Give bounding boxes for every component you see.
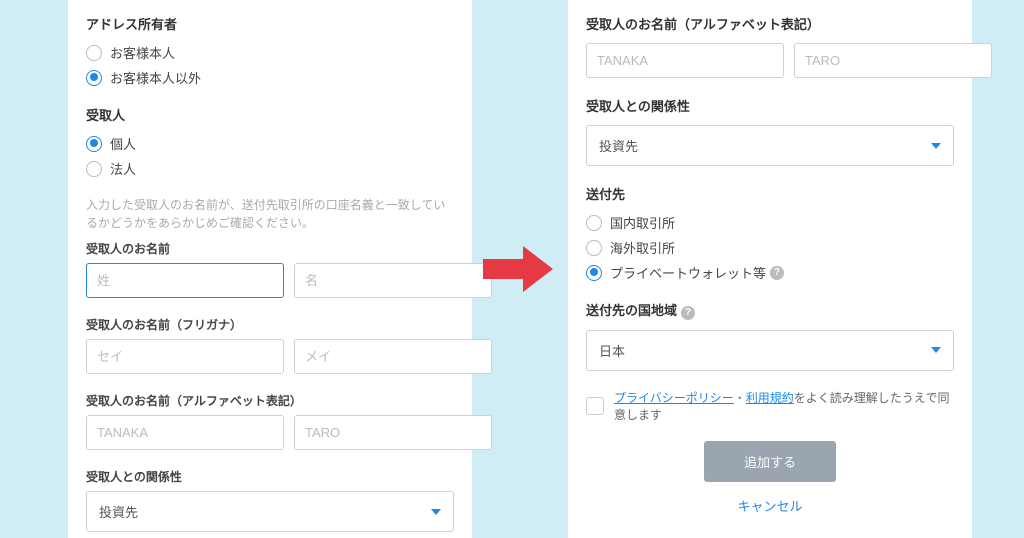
destination-title: 送付先 [586, 184, 954, 203]
recipient-name-row [86, 263, 454, 298]
relation-title-r: 受取人との関係性 [586, 96, 954, 115]
destination-domestic[interactable]: 国内取引所 [586, 213, 954, 232]
recipient-kana-row [86, 339, 454, 374]
terms-link[interactable]: 利用規約 [746, 391, 794, 405]
recipient-kana-firstname-input[interactable] [294, 339, 492, 374]
recipient-lastname-input[interactable] [86, 263, 284, 298]
recipient-alpha-lastname-input-r[interactable] [586, 43, 784, 78]
recipient-alpha-lastname-input[interactable] [86, 415, 284, 450]
privacy-policy-link[interactable]: プライバシーポリシー [614, 391, 734, 405]
radio-icon [86, 45, 102, 61]
address-owner-section: アドレス所有者 お客様本人 お客様本人以外 [86, 14, 454, 87]
address-owner-option-self[interactable]: お客様本人 [86, 43, 454, 62]
recipient-kana-lastname-input[interactable] [86, 339, 284, 374]
relation-select-r[interactable]: 投資先 [586, 125, 954, 166]
chevron-down-icon [931, 143, 941, 149]
radio-label: お客様本人以外 [110, 68, 201, 87]
right-panel: 受取人のお名前（アルファベット表記） 受取人との関係性 投資先 送付先 国内取引… [568, 0, 972, 538]
radio-label: 法人 [110, 159, 136, 178]
agree-checkbox[interactable] [586, 397, 604, 415]
region-select[interactable]: 日本 [586, 330, 954, 371]
radio-label: 国内取引所 [610, 213, 675, 232]
chevron-down-icon [931, 347, 941, 353]
agree-row[interactable]: プライバシーポリシー・利用規約をよく読み理解したうえで同意します [586, 389, 954, 423]
destination-section: 国内取引所 海外取引所 プライベートウォレット等 ? [586, 213, 954, 282]
destination-overseas[interactable]: 海外取引所 [586, 238, 954, 257]
relation-value-r: 投資先 [599, 136, 638, 155]
radio-icon [86, 70, 102, 86]
cancel-button[interactable]: キャンセル [586, 496, 954, 515]
recipient-type-section: 受取人 個人 法人 [86, 105, 454, 178]
radio-label: 海外取引所 [610, 238, 675, 257]
recipient-firstname-input[interactable] [294, 263, 492, 298]
radio-icon [86, 136, 102, 152]
radio-label: プライベートウォレット等 [610, 263, 766, 282]
info-icon[interactable]: ? [770, 266, 784, 280]
recipient-type-individual[interactable]: 個人 [86, 134, 454, 153]
relation-select[interactable]: 投資先 [86, 491, 454, 532]
address-owner-option-other[interactable]: お客様本人以外 [86, 68, 454, 87]
recipient-alpha-row [86, 415, 454, 450]
recipient-alpha-title-r: 受取人のお名前（アルファベット表記） [586, 14, 954, 33]
add-button[interactable]: 追加する [704, 441, 836, 482]
radio-label: 個人 [110, 134, 136, 153]
address-owner-title: アドレス所有者 [86, 14, 454, 33]
radio-icon [86, 161, 102, 177]
recipient-type-title: 受取人 [86, 105, 454, 124]
info-icon[interactable]: ? [681, 306, 695, 320]
left-panel: アドレス所有者 お客様本人 お客様本人以外 受取人 個人 法人 入力した受取人の… [68, 0, 472, 538]
chevron-down-icon [431, 509, 441, 515]
agree-text: プライバシーポリシー・利用規約をよく読み理解したうえで同意します [614, 389, 954, 423]
recipient-alpha-firstname-input-r[interactable] [794, 43, 992, 78]
recipient-alpha-firstname-input[interactable] [294, 415, 492, 450]
name-helper-text: 入力した受取人のお名前が、送付先取引所の口座名義と一致しているかどうかをあらかじ… [86, 196, 454, 232]
destination-private-wallet[interactable]: プライベートウォレット等 ? [586, 263, 954, 282]
relation-title: 受取人との関係性 [86, 468, 454, 485]
radio-label: お客様本人 [110, 43, 175, 62]
relation-value: 投資先 [99, 502, 138, 521]
radio-icon [586, 215, 602, 231]
arrow-icon [483, 244, 553, 294]
region-title: 送付先の国地域? [586, 300, 954, 320]
recipient-alpha-row-r [586, 43, 954, 78]
recipient-alpha-title: 受取人のお名前（アルファベット表記） [86, 392, 454, 409]
recipient-name-title: 受取人のお名前 [86, 240, 454, 257]
radio-icon [586, 265, 602, 281]
recipient-kana-title: 受取人のお名前（フリガナ） [86, 316, 454, 333]
radio-icon [586, 240, 602, 256]
region-value: 日本 [599, 341, 625, 360]
recipient-type-corporate[interactable]: 法人 [86, 159, 454, 178]
